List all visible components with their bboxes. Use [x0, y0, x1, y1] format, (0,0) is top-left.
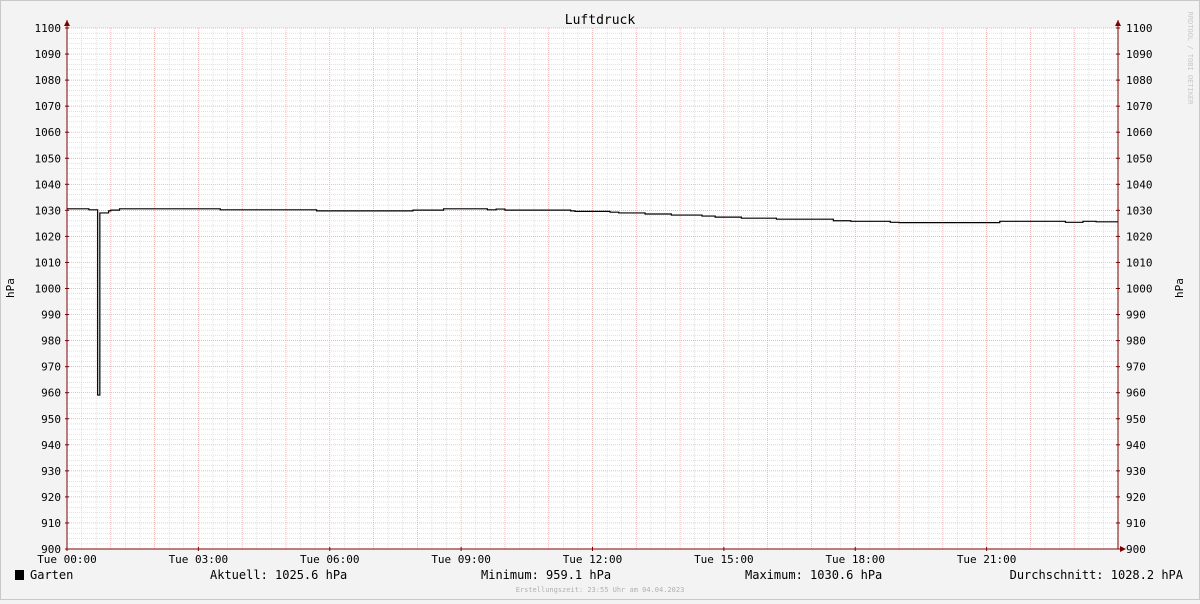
y-tick-label-right: 1040 [1126, 178, 1153, 191]
y-tick-label-left: 990 [41, 309, 61, 322]
y-axis-label-left: hPa [4, 278, 17, 298]
y-tick-label-right: 980 [1126, 335, 1146, 348]
y-tick-label-right: 1060 [1126, 126, 1153, 139]
legend-series-name: Garten [30, 568, 73, 582]
y-tick-label-left: 1050 [35, 152, 62, 165]
y-tick-label-right: 1080 [1126, 74, 1153, 87]
y-tick-label-left: 1030 [35, 204, 62, 217]
y-tick-label-left: 930 [41, 465, 61, 478]
legend-swatch [15, 570, 24, 580]
y-tick-label-left: 970 [41, 361, 61, 374]
y-tick-label-right: 990 [1126, 309, 1146, 322]
y-tick-label-right: 1010 [1126, 256, 1153, 269]
legend-maximum: Maximum: 1030.6 hPa [745, 568, 882, 582]
y-tick-label-left: 920 [41, 491, 61, 504]
x-tick-label: Tue 18:00 [825, 553, 885, 566]
y-tick-label-left: 960 [41, 387, 61, 400]
x-tick-label: Tue 06:00 [300, 553, 360, 566]
y-tick-label-left: 1060 [35, 126, 62, 139]
y-tick-label-right: 1030 [1126, 204, 1153, 217]
rrdtool-watermark: RRDTOOL / TOBI OETIKER [1186, 12, 1194, 106]
x-tick-label: Tue 09:00 [431, 553, 491, 566]
y-tick-label-right: 910 [1126, 517, 1146, 530]
y-tick-label-left: 1040 [35, 178, 62, 191]
y-tick-label-right: 930 [1126, 465, 1146, 478]
y-tick-label-left: 1070 [35, 100, 62, 113]
x-tick-label: Tue 21:00 [957, 553, 1017, 566]
y-tick-label-left: 1090 [35, 48, 62, 61]
y-tick-label-right: 1070 [1126, 100, 1153, 113]
legend-minimum: Minimum: 959.1 hPa [481, 568, 611, 582]
y-tick-label-right: 1100 [1126, 22, 1153, 35]
y-tick-label-left: 950 [41, 413, 61, 426]
y-tick-label-left: 980 [41, 335, 61, 348]
y-tick-label-right: 900 [1126, 543, 1146, 556]
y-tick-label-left: 1080 [35, 74, 62, 87]
y-tick-label-right: 920 [1126, 491, 1146, 504]
y-tick-label-left: 1020 [35, 230, 62, 243]
x-tick-label: Tue 15:00 [694, 553, 754, 566]
y-tick-label-right: 970 [1126, 361, 1146, 374]
legend-durchschnitt: Durchschnitt: 1028.2 hPA [1010, 568, 1184, 582]
y-tick-label-left: 910 [41, 517, 61, 530]
luftdruck-chart: 900 900910 910920 920930 930940 940950 950960 9… [0, 0, 1200, 600]
y-tick-label-right: 960 [1126, 387, 1146, 400]
y-tick-label-right: 950 [1126, 413, 1146, 426]
x-tick-label: Tue 00:00 [37, 553, 97, 566]
y-tick-label-right: 940 [1126, 439, 1146, 452]
y-tick-label-left: 1000 [35, 283, 62, 296]
chart-frame: 900 900 910 910 920 920 930 930 940 940 950 950 960 9… [0, 0, 1200, 600]
y-tick-label-left: 940 [41, 439, 61, 452]
y-axis-label-right: hPa [1173, 278, 1186, 298]
footer-timestamp: Erstellungszeit: 23:55 Uhr am 04.04.2023 [516, 586, 685, 594]
chart-title: Luftdruck [565, 13, 636, 28]
y-tick-label-left: 1010 [35, 256, 62, 269]
y-tick-label-right: 1050 [1126, 152, 1153, 165]
x-tick-label: Tue 12:00 [563, 553, 623, 566]
y-tick-label-right: 1090 [1126, 48, 1153, 61]
y-tick-label-right: 1020 [1126, 230, 1153, 243]
x-tick-label: Tue 03:00 [169, 553, 229, 566]
y-tick-label-left: 1100 [35, 22, 62, 35]
legend-aktuell: Aktuell: 1025.6 hPa [210, 568, 347, 582]
y-tick-label-right: 1000 [1126, 283, 1153, 296]
